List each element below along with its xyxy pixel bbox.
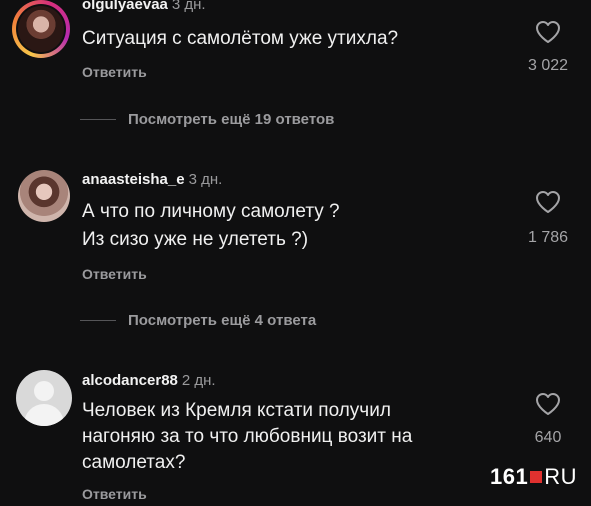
comment-line: Из сизо уже не улететь ?) [82, 229, 309, 250]
brand-number: 161 [490, 464, 529, 489]
view-more-replies[interactable]: Посмотреть ещё 19 ответов [80, 111, 334, 128]
brand-square-icon [530, 471, 543, 483]
comment-line: Человек из Кремля кстати получил [82, 400, 391, 421]
brand-watermark: 161 RU [490, 464, 577, 490]
view-more-label[interactable]: Посмотреть ещё 4 ответа [128, 312, 316, 329]
comment-line: Ситуация с самолётом уже утихла? [82, 28, 399, 49]
heart-outline-icon[interactable] [535, 392, 561, 416]
reply-button[interactable]: Ответить [82, 64, 147, 80]
divider-line [80, 119, 116, 120]
comment-text: А что по личному самолету ? Из сизо уже … [82, 198, 340, 254]
view-more-label[interactable]: Посмотреть ещё 19 ответов [128, 111, 334, 128]
timestamp: 2 дн. [181, 372, 216, 389]
timestamp: 3 дн. [188, 171, 223, 188]
username-text[interactable]: olgulyaevaa [82, 0, 168, 13]
heart-outline-icon[interactable] [535, 20, 561, 44]
avatar[interactable] [16, 370, 72, 426]
reply-button[interactable]: Ответить [82, 266, 147, 282]
avatar[interactable] [12, 0, 70, 58]
like-count: 1 786 [527, 229, 569, 246]
username[interactable]: olgulyaevaa 3 дн. [82, 0, 206, 13]
username-text[interactable]: alcodancer88 [82, 372, 178, 389]
username-text[interactable]: anaasteisha_e [82, 171, 185, 188]
like-count: 640 [534, 429, 562, 446]
comment-text: Человек из Кремля кстати получил нагоняю… [82, 398, 412, 476]
heart-outline-icon[interactable] [535, 190, 561, 214]
username[interactable]: alcodancer88 2 дн. [82, 372, 216, 389]
view-more-replies[interactable]: Посмотреть ещё 4 ответа [80, 312, 316, 329]
like-count: 3 022 [527, 57, 569, 74]
comment-text: Ситуация с самолётом уже утихла? [82, 25, 398, 53]
username[interactable]: anaasteisha_e 3 дн. [82, 171, 222, 188]
comment-line: нагоняю за то что любовниц возит на [82, 426, 413, 447]
comment-line: А что по личному самолету ? [82, 201, 340, 222]
reply-button[interactable]: Ответить [82, 486, 147, 502]
avatar[interactable] [18, 170, 70, 222]
comment-line: самолетах? [82, 452, 186, 473]
brand-suffix: RU [544, 464, 577, 489]
timestamp: 3 дн. [171, 0, 206, 13]
divider-line [80, 320, 116, 321]
